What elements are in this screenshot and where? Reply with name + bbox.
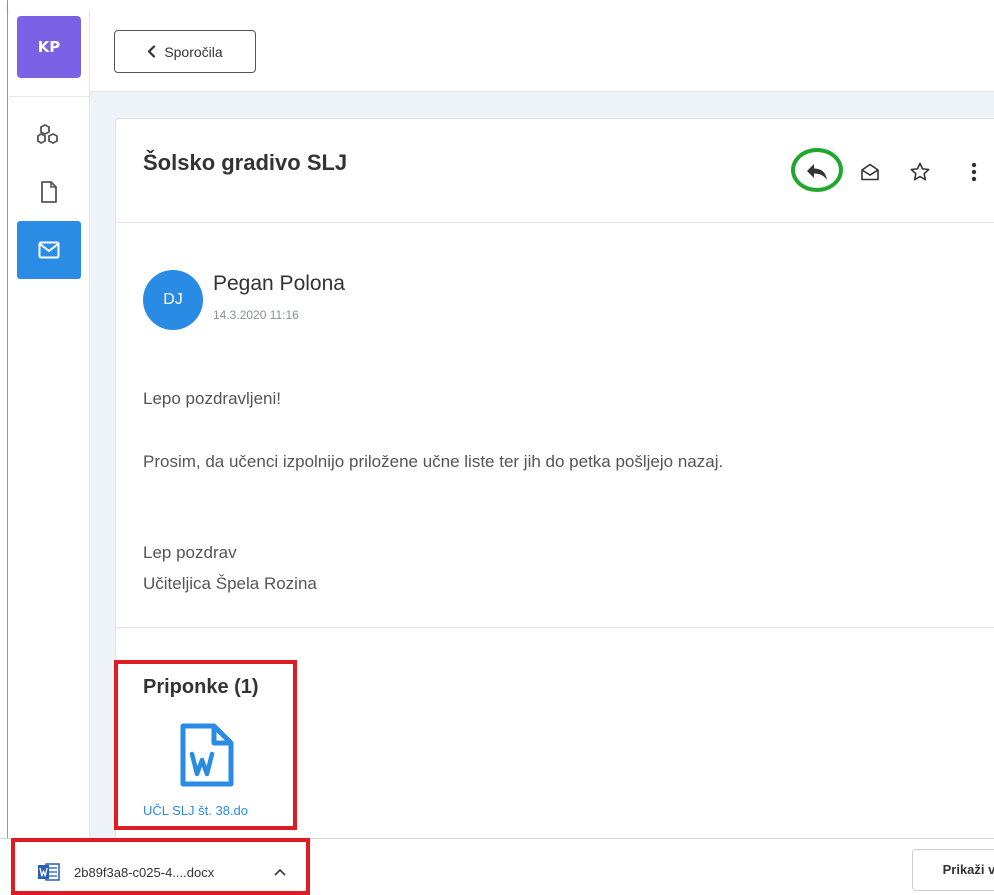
highlight-box-attachments: [114, 660, 297, 830]
show-all-downloads-button[interactable]: Prikaži v: [912, 849, 994, 891]
message-greeting: Lepo pozdravljeni!: [143, 389, 281, 408]
sidebar-item-documents[interactable]: [29, 174, 69, 210]
envelope-open-icon: [861, 163, 879, 181]
more-vertical-icon: [971, 162, 977, 182]
top-header: Sporočila: [90, 10, 994, 92]
back-button-label: Sporočila: [164, 43, 223, 60]
sidebar-divider: [9, 96, 90, 97]
window-top-edge: [8, 0, 994, 10]
star-icon: [910, 162, 930, 181]
subject-divider: [116, 222, 994, 223]
sidebar-item-messages[interactable]: [17, 221, 81, 279]
sender-name: Pegan Polona: [213, 272, 345, 295]
mail-icon: [38, 241, 60, 259]
mark-read-button[interactable]: [852, 154, 888, 190]
document-icon: [41, 181, 57, 203]
message-subject: Šolsko gradivo SLJ: [143, 150, 348, 175]
more-options-button[interactable]: [956, 154, 992, 190]
sidebar-item-modules[interactable]: [29, 116, 69, 152]
boxes-icon: [37, 123, 58, 145]
window-left-edge: [0, 0, 8, 838]
attachments-divider: [116, 627, 994, 628]
chevron-left-icon: [148, 45, 156, 58]
back-to-messages-button[interactable]: Sporočila: [114, 30, 256, 73]
message-date: 14.3.2020 11:16: [213, 308, 299, 322]
sender-avatar: DJ: [143, 270, 203, 330]
message-paragraph: Prosim, da učenci izpolnijo priložene uč…: [143, 452, 724, 471]
message-signature: Učiteljica Špela Rozina: [143, 574, 317, 593]
message-closing: Lep pozdrav: [143, 543, 237, 562]
sidebar: KP: [9, 10, 90, 838]
star-button[interactable]: [902, 154, 938, 190]
highlight-box-download: [11, 838, 310, 895]
user-avatar[interactable]: KP: [17, 16, 81, 78]
highlight-circle: [791, 148, 843, 192]
